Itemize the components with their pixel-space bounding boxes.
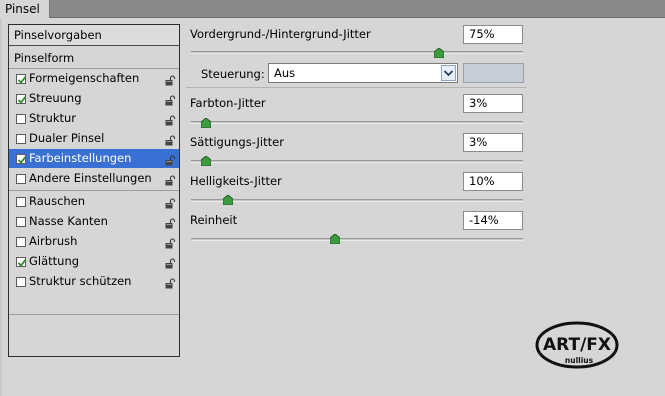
option-label: Struktur schützen bbox=[29, 274, 132, 288]
panel-edge bbox=[0, 18, 2, 396]
hue-jitter-slider-thumb[interactable] bbox=[201, 118, 211, 128]
option-checkbox[interactable] bbox=[16, 217, 26, 227]
option-row[interactable]: Rauschen bbox=[9, 192, 179, 211]
option-row[interactable]: Struktur schützen bbox=[9, 272, 179, 291]
option-checkbox[interactable] bbox=[16, 277, 26, 287]
lock-icon[interactable] bbox=[165, 73, 176, 86]
fg-bg-jitter-input[interactable]: 75% bbox=[463, 25, 523, 44]
lock-icon[interactable] bbox=[165, 256, 176, 269]
brush-presets-button[interactable]: Pinselvorgaben bbox=[9, 25, 179, 46]
lock-icon[interactable] bbox=[165, 216, 176, 229]
logo-sub-text: nullius bbox=[565, 356, 594, 365]
option-checkbox[interactable] bbox=[16, 237, 26, 247]
brightness-jitter-slider-track[interactable] bbox=[191, 199, 523, 202]
option-label: Dualer Pinsel bbox=[29, 131, 105, 145]
fg-bg-jitter-slider-track[interactable] bbox=[191, 51, 523, 54]
lock-icon[interactable] bbox=[165, 276, 176, 289]
hue-jitter-slider-track[interactable] bbox=[191, 121, 523, 124]
tab-bar: Pinsel bbox=[0, 0, 665, 18]
brightness-jitter-slider-thumb[interactable] bbox=[223, 195, 233, 205]
option-row[interactable]: Airbrush bbox=[9, 232, 179, 251]
divider bbox=[9, 190, 179, 191]
option-label: Struktur bbox=[29, 111, 77, 125]
saturation-jitter-input[interactable]: 3% bbox=[463, 133, 523, 152]
lock-icon[interactable] bbox=[165, 93, 176, 106]
option-row[interactable]: Struktur bbox=[9, 109, 179, 128]
control-select[interactable]: Aus bbox=[268, 63, 458, 83]
hue-jitter-label: Farbton-Jitter bbox=[190, 96, 266, 110]
fg-bg-jitter-slider-thumb[interactable] bbox=[434, 48, 444, 58]
option-checkbox[interactable] bbox=[16, 257, 27, 267]
option-label: Farbeinstellungen bbox=[29, 151, 132, 165]
lock-icon[interactable] bbox=[165, 196, 176, 209]
lock-icon[interactable] bbox=[165, 113, 176, 126]
divider bbox=[186, 87, 526, 88]
option-label: Airbrush bbox=[29, 234, 78, 248]
option-label: Rauschen bbox=[29, 194, 86, 208]
lock-icon[interactable] bbox=[165, 153, 176, 166]
option-label: Formeigenschaften bbox=[29, 71, 140, 85]
saturation-jitter-label: Sättigungs-Jitter bbox=[190, 135, 284, 149]
purity-slider-track[interactable] bbox=[191, 238, 523, 241]
option-checkbox[interactable] bbox=[16, 94, 27, 104]
option-row[interactable]: Dualer Pinsel bbox=[9, 129, 179, 148]
option-row[interactable]: Streuung bbox=[9, 89, 179, 108]
section-brush-tip-shape[interactable]: Pinselform bbox=[9, 49, 179, 68]
option-row[interactable]: Glättung bbox=[9, 252, 179, 271]
section-label: Pinselform bbox=[14, 51, 75, 65]
divider bbox=[9, 314, 179, 315]
option-label: Nasse Kanten bbox=[29, 214, 108, 228]
brush-options-list: Pinselvorgaben Pinselform Formeigenschaf… bbox=[8, 24, 180, 357]
lock-icon[interactable] bbox=[165, 173, 176, 186]
lock-icon[interactable] bbox=[165, 236, 176, 249]
option-row[interactable]: Farbeinstellungen bbox=[9, 149, 179, 168]
option-checkbox[interactable] bbox=[16, 154, 27, 164]
control-secondary-field bbox=[463, 63, 524, 83]
option-label: Glättung bbox=[29, 254, 80, 268]
option-label: Streuung bbox=[29, 91, 82, 105]
fg-bg-jitter-label: Vordergrund-/Hintergrund-Jitter bbox=[190, 27, 371, 41]
hue-jitter-input[interactable]: 3% bbox=[463, 94, 523, 113]
option-label: Andere Einstellungen bbox=[29, 171, 152, 185]
chevron-down-icon[interactable] bbox=[441, 65, 456, 81]
purity-slider-thumb[interactable] bbox=[330, 234, 340, 244]
logo-main-text: ART/FX bbox=[543, 335, 611, 355]
artfx-logo: ART/FX nullius bbox=[535, 321, 619, 369]
option-checkbox[interactable] bbox=[16, 134, 26, 144]
saturation-jitter-slider-thumb[interactable] bbox=[201, 156, 211, 166]
control-select-value: Aus bbox=[274, 66, 296, 80]
option-checkbox[interactable] bbox=[16, 174, 26, 184]
option-row[interactable]: Nasse Kanten bbox=[9, 212, 179, 231]
brightness-jitter-label: Helligkeits-Jitter bbox=[190, 174, 282, 188]
saturation-jitter-slider-track[interactable] bbox=[191, 160, 523, 163]
control-label: Steuerung: bbox=[201, 67, 265, 81]
lock-icon[interactable] bbox=[165, 133, 176, 146]
option-row[interactable]: Formeigenschaften bbox=[9, 69, 179, 88]
option-checkbox[interactable] bbox=[16, 114, 26, 124]
option-row[interactable]: Andere Einstellungen bbox=[9, 169, 179, 188]
tab-pinsel[interactable]: Pinsel bbox=[0, 0, 50, 18]
brightness-jitter-input[interactable]: 10% bbox=[463, 172, 523, 191]
option-checkbox[interactable] bbox=[16, 74, 27, 84]
purity-label: Reinheit bbox=[190, 213, 238, 227]
purity-input[interactable]: -14% bbox=[463, 211, 523, 230]
option-checkbox[interactable] bbox=[16, 197, 26, 207]
